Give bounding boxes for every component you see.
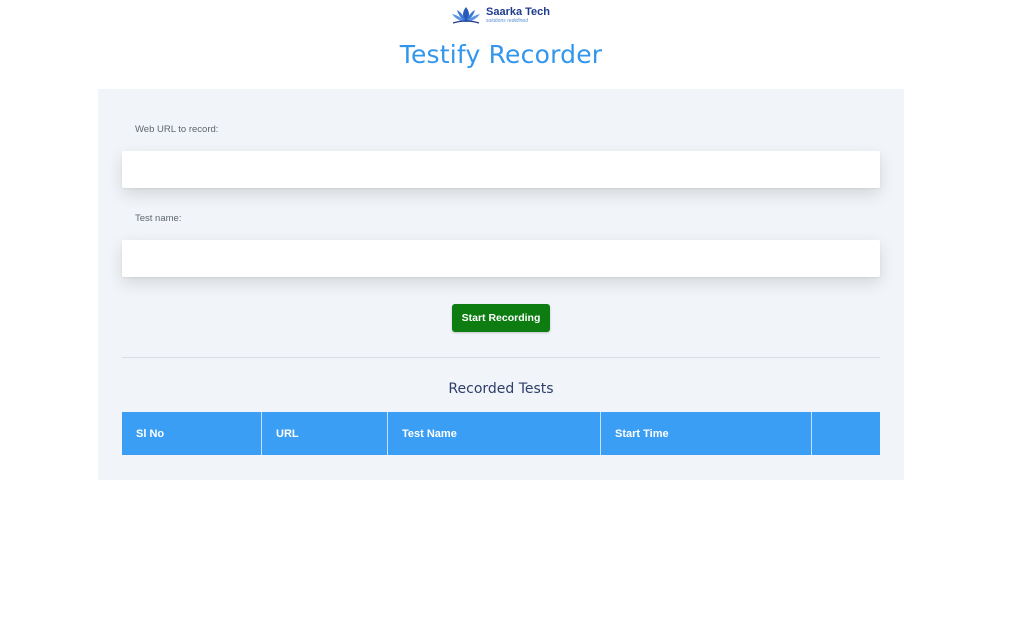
logo: Saarka Tech solutions redefined	[450, 3, 560, 27]
recorder-card: Web URL to record: Test name: Start Reco…	[98, 89, 904, 480]
divider	[122, 357, 880, 358]
start-recording-button[interactable]: Start Recording	[452, 304, 550, 332]
column-header-test-name[interactable]: Test Name	[387, 412, 601, 455]
recorded-tests-heading: Recorded Tests	[448, 381, 554, 397]
column-header-url[interactable]: URL	[261, 412, 388, 455]
page-title: Testify Recorder	[399, 40, 603, 69]
test-name-label: Test name:	[135, 213, 182, 224]
column-header-start-time[interactable]: Start Time	[600, 412, 812, 455]
lotus-logo-icon	[452, 7, 480, 24]
recorded-tests-table: Sl No URL Test Name Start Time	[122, 412, 880, 455]
table-header-row: Sl No URL Test Name Start Time	[122, 412, 880, 455]
url-input[interactable]	[122, 151, 880, 188]
page: Saarka Tech solutions redefined Testify …	[0, 0, 1020, 638]
logo-tagline: solutions redefined	[486, 17, 528, 24]
url-label: Web URL to record:	[135, 124, 219, 135]
column-header-actions	[812, 412, 881, 455]
column-header-sl-no[interactable]: Sl No	[122, 412, 262, 455]
logo-name: Saarka Tech	[486, 5, 551, 18]
test-name-input[interactable]	[122, 240, 880, 277]
